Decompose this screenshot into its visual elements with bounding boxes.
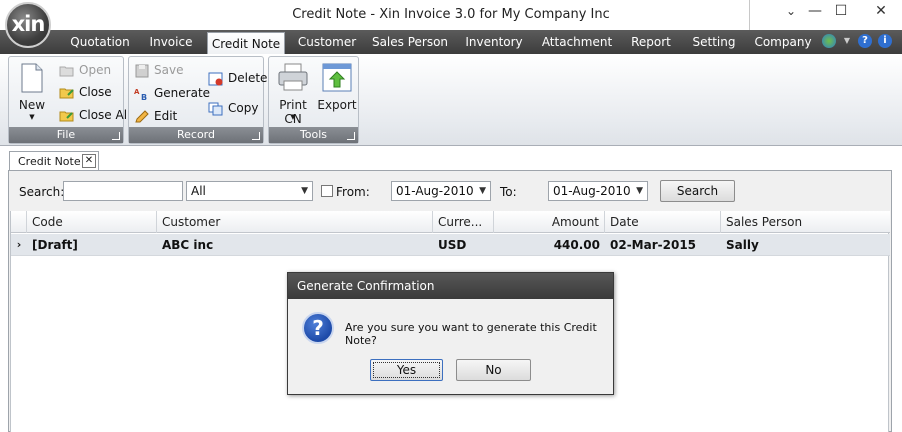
edit-pencil-icon bbox=[135, 110, 149, 123]
column-header-date[interactable]: Date bbox=[605, 211, 721, 233]
tab-quotation[interactable]: Quotation bbox=[68, 30, 132, 54]
to-date-picker[interactable]: 01-Aug-2010 ▼ bbox=[548, 181, 648, 201]
document-tab-label: Credit Note bbox=[18, 155, 81, 168]
tab-customer[interactable]: Customer bbox=[295, 30, 359, 54]
column-header-amount[interactable]: Amount bbox=[494, 211, 605, 233]
tab-sales-person[interactable]: Sales Person bbox=[371, 30, 449, 54]
ribbon-group-record: Save AB Generate Edit Delete Copy Record bbox=[128, 56, 267, 144]
print-dropdown-icon[interactable]: ▼ bbox=[271, 113, 315, 121]
app-logo[interactable]: xin bbox=[5, 2, 51, 48]
document-tab-credit-note[interactable]: Credit Note ✕ bbox=[9, 151, 99, 171]
new-button[interactable]: New ▼ bbox=[13, 61, 51, 123]
generate-ab-icon: AB bbox=[134, 88, 147, 101]
export-icon bbox=[322, 63, 352, 92]
info-icon[interactable]: i bbox=[878, 34, 892, 48]
column-header-currency[interactable]: Curre... bbox=[433, 211, 494, 233]
table-row[interactable]: › [Draft] ABC inc USD 440.00 02-Mar-2015… bbox=[11, 234, 890, 256]
file-group-launcher-icon[interactable] bbox=[112, 132, 120, 140]
tab-setting[interactable]: Setting bbox=[688, 30, 740, 54]
tab-inventory[interactable]: Inventory bbox=[462, 30, 526, 54]
chevron-down-icon: ▼ bbox=[636, 186, 643, 196]
cell-code: [Draft] bbox=[32, 238, 78, 252]
dialog-body: ? Are you sure you want to generate this… bbox=[288, 299, 613, 394]
chevron-down-icon: ▼ bbox=[479, 186, 486, 196]
delete-icon bbox=[208, 72, 223, 86]
from-label: From: bbox=[336, 185, 370, 199]
cell-sales-person: Sally bbox=[726, 238, 759, 252]
tab-attachment[interactable]: Attachment bbox=[540, 30, 614, 54]
globe-icon[interactable] bbox=[822, 34, 836, 48]
ribbon-group-file: New ▼ Open Close Close All File bbox=[8, 56, 130, 144]
title-bar: Credit Note - Xin Invoice 3.0 for My Com… bbox=[0, 0, 902, 30]
type-select-value: All bbox=[191, 184, 206, 198]
grid-header: Code Customer Curre... Amount Date Sales… bbox=[11, 211, 890, 233]
from-checkbox[interactable] bbox=[321, 185, 333, 197]
column-header-customer[interactable]: Customer bbox=[157, 211, 433, 233]
tab-credit-note[interactable]: Credit Note bbox=[207, 32, 285, 55]
search-input[interactable] bbox=[63, 181, 183, 201]
ribbon-panel: New ▼ Open Close Close All File Save AB … bbox=[0, 54, 902, 146]
new-document-icon bbox=[21, 63, 43, 93]
print-cn-label: Print CN bbox=[279, 98, 307, 126]
close-tab-icon[interactable]: ✕ bbox=[82, 154, 96, 168]
dialog-message: Are you sure you want to generate this C… bbox=[345, 321, 597, 347]
to-label: To: bbox=[500, 185, 517, 199]
copy-icon bbox=[208, 102, 223, 116]
search-label: Search: bbox=[19, 185, 65, 199]
file-group-label: File bbox=[9, 127, 123, 143]
help-icon[interactable]: ? bbox=[858, 34, 872, 48]
close-window-button[interactable]: ✕ bbox=[866, 0, 896, 24]
open-folder-icon bbox=[59, 66, 74, 77]
export-label: Export bbox=[317, 98, 357, 112]
close-all-folder-icon bbox=[59, 111, 74, 122]
from-date-picker[interactable]: 01-Aug-2010 ▼ bbox=[391, 181, 491, 201]
close-folder-icon bbox=[59, 88, 74, 99]
new-label: New bbox=[18, 98, 46, 112]
ribbon-group-tools: Print CN ▼ Export Tools bbox=[268, 56, 359, 144]
tab-invoice[interactable]: Invoice bbox=[143, 30, 199, 54]
maximize-button[interactable]: ☐ bbox=[826, 0, 856, 24]
cell-amount: 440.00 bbox=[553, 238, 600, 252]
yes-button[interactable]: Yes bbox=[370, 359, 443, 381]
dropdown-arrow-icon[interactable]: ▼ bbox=[840, 34, 854, 48]
print-cn-button[interactable]: Print CN ▼ bbox=[271, 61, 315, 126]
dialog-title: Generate Confirmation bbox=[288, 273, 613, 299]
save-disk-icon bbox=[135, 64, 149, 78]
column-header-sales-person[interactable]: Sales Person bbox=[721, 211, 890, 233]
row-indicator-icon: › bbox=[16, 238, 22, 251]
title-separator bbox=[749, 0, 750, 30]
chevron-down-icon: ▼ bbox=[301, 186, 308, 196]
column-header-code[interactable]: Code bbox=[27, 211, 157, 233]
row-indicator-header bbox=[11, 211, 27, 233]
search-button[interactable]: Search bbox=[660, 180, 735, 202]
svg-text:B: B bbox=[141, 93, 147, 101]
printer-icon bbox=[278, 63, 308, 91]
cell-currency: USD bbox=[438, 238, 467, 252]
generate-confirmation-dialog: Generate Confirmation ? Are you sure you… bbox=[287, 272, 614, 395]
type-select[interactable]: All ▼ bbox=[186, 181, 313, 201]
question-icon: ? bbox=[302, 312, 334, 344]
cell-customer: ABC inc bbox=[162, 238, 214, 252]
window-title: Credit Note - Xin Invoice 3.0 for My Com… bbox=[292, 7, 610, 22]
new-dropdown-icon[interactable]: ▼ bbox=[13, 113, 51, 121]
record-group-label: Record bbox=[129, 127, 263, 143]
ribbon-tab-bar: Quotation Invoice Credit Note Customer S… bbox=[0, 30, 902, 55]
tools-group-label: Tools bbox=[269, 127, 358, 143]
record-group-launcher-icon[interactable] bbox=[252, 132, 260, 140]
tools-group-launcher-icon[interactable] bbox=[347, 132, 355, 140]
tab-company[interactable]: Company bbox=[752, 30, 814, 54]
tab-report[interactable]: Report bbox=[626, 30, 676, 54]
svg-text:A: A bbox=[134, 88, 140, 96]
no-button[interactable]: No bbox=[456, 359, 531, 381]
cell-date: 02-Mar-2015 bbox=[610, 238, 697, 252]
export-button[interactable]: Export bbox=[317, 61, 357, 123]
from-date-value: 01-Aug-2010 bbox=[396, 184, 474, 198]
to-date-value: 01-Aug-2010 bbox=[553, 184, 631, 198]
